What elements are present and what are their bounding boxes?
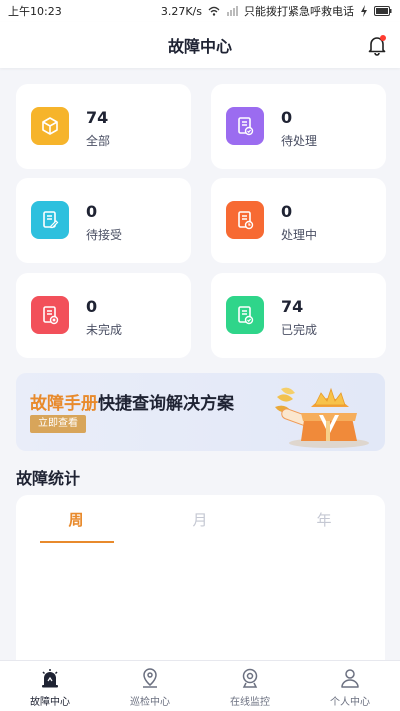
banner-text: 快捷查询解决方案 (98, 394, 234, 414)
stat-label: 全部 (86, 134, 111, 148)
document-done-icon (226, 296, 264, 334)
nav-label: 个人中心 (330, 697, 370, 708)
top-nav-bar: 故障中心 (0, 22, 400, 68)
stat-card-all[interactable]: 74 全部 (16, 84, 191, 169)
stat-card-pending[interactable]: 0 待处理 (211, 84, 386, 169)
stat-value: 0 (86, 297, 98, 316)
status-bar: 上午10:23 3.27K/s 只能拨打紧急呼救电话 (0, 0, 400, 22)
manual-banner[interactable]: 故障手册快捷查询解决方案 立即查看 (16, 373, 385, 451)
alarm-icon (42, 669, 58, 688)
nav-item-inspection-center[interactable]: 巡检中心 (100, 661, 200, 711)
stat-card-processing[interactable]: 0 处理中 (211, 178, 386, 263)
nav-item-personal-center[interactable]: 个人中心 (300, 661, 400, 711)
stat-label: 未完成 (86, 323, 123, 337)
nav-item-online-monitor[interactable]: 在线监控 (200, 661, 300, 711)
gift-box-illustration (275, 387, 369, 448)
document-progress-icon (226, 201, 264, 239)
stat-label: 已完成 (281, 323, 318, 337)
nav-item-fault-center[interactable]: 故障中心 (0, 661, 100, 711)
view-now-button[interactable]: 立即查看 (30, 415, 86, 433)
stat-value: 74 (281, 297, 304, 316)
person-icon (341, 669, 359, 688)
stat-value: 0 (281, 108, 293, 127)
box-icon (31, 107, 69, 145)
location-pin-icon (143, 668, 157, 688)
tab-year[interactable]: 年 (274, 509, 374, 530)
section-title: 故障统计 (16, 469, 81, 488)
banner-title: 故障手册快捷查询解决方案 (30, 389, 234, 414)
tab-week[interactable]: 周 (26, 509, 126, 530)
stat-card-completed[interactable]: 74 已完成 (211, 273, 386, 358)
stat-label: 待接受 (86, 228, 123, 242)
nav-label: 在线监控 (230, 697, 270, 708)
carrier-text: 只能拨打紧急呼救电话 (244, 5, 354, 18)
battery-icon (374, 6, 392, 16)
banner-highlight: 故障手册 (30, 394, 98, 414)
stat-label: 处理中 (281, 228, 318, 242)
document-check-icon (226, 107, 264, 145)
tab-month[interactable]: 月 (150, 509, 250, 530)
bell-icon[interactable] (366, 34, 388, 56)
status-time: 上午10:23 (8, 5, 62, 18)
stat-value: 0 (281, 202, 293, 221)
page-title: 故障中心 (167, 37, 232, 56)
camera-icon (242, 668, 258, 688)
fault-stats-panel: 周 月 年 (16, 495, 385, 665)
stat-value: 0 (86, 202, 98, 221)
stat-value: 74 (86, 108, 109, 127)
nav-label: 故障中心 (30, 697, 70, 708)
bottom-nav: 故障中心 巡检中心 在线监控 个人中心 (0, 660, 400, 711)
stat-label: 待处理 (281, 134, 318, 148)
signal-icon (227, 6, 238, 16)
nav-label: 巡检中心 (130, 697, 170, 708)
network-speed: 3.27K/s (160, 4, 202, 18)
wifi-icon (208, 6, 220, 16)
tab-active-indicator (40, 541, 114, 543)
status-indicators: 3.27K/s 只能拨打紧急呼救电话 (161, 3, 392, 19)
charging-icon (361, 5, 367, 17)
stat-card-to-accept[interactable]: 0 待接受 (16, 178, 191, 263)
document-edit-icon (31, 201, 69, 239)
stat-card-unfinished[interactable]: 0 未完成 (16, 273, 191, 358)
document-x-icon (31, 296, 69, 334)
